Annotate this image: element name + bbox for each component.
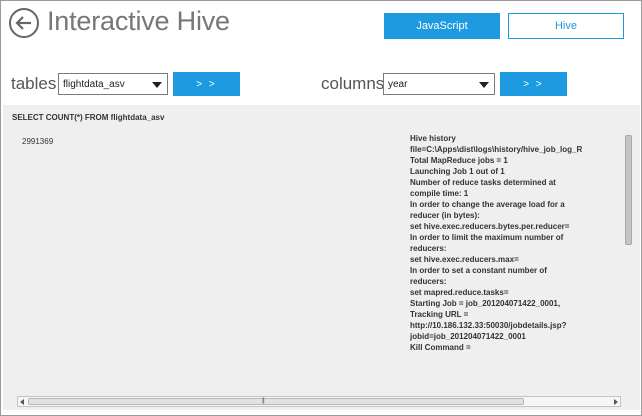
log-line: Starting Job = job_201204071422_0001, <box>410 299 561 308</box>
vertical-scrollbar-thumb[interactable] <box>625 135 632 245</box>
log-line: In order to change the average load for … <box>410 200 565 209</box>
page-title: Interactive Hive <box>47 6 230 36</box>
scroll-right-icon[interactable] <box>614 399 618 405</box>
log-line: In order to limit the maximum number of <box>410 233 564 242</box>
tables-label: tables <box>11 74 57 93</box>
vertical-scrollbar[interactable] <box>622 105 634 395</box>
tables-dropdown[interactable]: flightdata_asv <box>58 73 168 95</box>
log-line: Launching Job 1 out of 1 <box>410 167 505 176</box>
chevron-down-icon <box>152 82 162 88</box>
hive-mode-button[interactable]: Hive <box>508 13 624 39</box>
insert-table-button[interactable]: > > <box>173 72 240 96</box>
log-line: reducers: <box>410 244 447 253</box>
columns-label: columns <box>321 74 385 93</box>
log-line: set mapred.reduce.tasks= <box>410 288 509 297</box>
back-button[interactable] <box>9 8 39 38</box>
log-line: file=C:\Apps\dist\logs\history/hive_job_… <box>410 145 583 154</box>
log-line: In order to set a constant number of <box>410 266 547 275</box>
log-line: set hive.exec.reducers.bytes.per.reducer… <box>410 222 570 231</box>
scroll-left-icon[interactable] <box>20 399 24 405</box>
javascript-mode-button[interactable]: JavaScript <box>384 13 500 39</box>
results-panel[interactable]: SELECT COUNT(*) FROM flightdata_asv 2991… <box>3 105 640 410</box>
log-line: Hive history <box>410 134 456 143</box>
log-line: Kill Command = <box>410 343 471 352</box>
log-line: reducer (in bytes): <box>410 211 480 220</box>
insert-column-button[interactable]: > > <box>500 72 567 96</box>
horizontal-scrollbar[interactable]: ||| <box>17 396 621 407</box>
result-value: 2991369 <box>22 137 54 146</box>
log-line: Total MapReduce jobs = 1 <box>410 156 508 165</box>
log-line: Tracking URL = <box>410 310 469 319</box>
tables-dropdown-value: flightdata_asv <box>63 78 125 90</box>
columns-dropdown[interactable]: year <box>383 73 495 95</box>
app-window: Interactive Hive JavaScript Hive tables … <box>0 0 642 416</box>
log-line: set hive.exec.reducers.max= <box>410 255 519 264</box>
columns-dropdown-value: year <box>388 78 408 90</box>
grip-icon: ||| <box>262 398 265 404</box>
log-line: http://10.186.132.33:50030/jobdetails.js… <box>410 321 567 330</box>
job-log: Hive history file=C:\Apps\dist\logs\histo… <box>410 133 620 396</box>
query-text: SELECT COUNT(*) FROM flightdata_asv <box>12 113 165 122</box>
log-line: Number of reduce tasks determined at <box>410 178 556 187</box>
back-arrow-icon <box>15 16 31 30</box>
log-line: jobid=job_201204071422_0001 <box>410 332 526 341</box>
horizontal-scrollbar-thumb[interactable] <box>28 398 524 405</box>
chevron-down-icon <box>479 82 489 88</box>
log-line: compile time: 1 <box>410 189 469 198</box>
log-line: reducers: <box>410 277 447 286</box>
